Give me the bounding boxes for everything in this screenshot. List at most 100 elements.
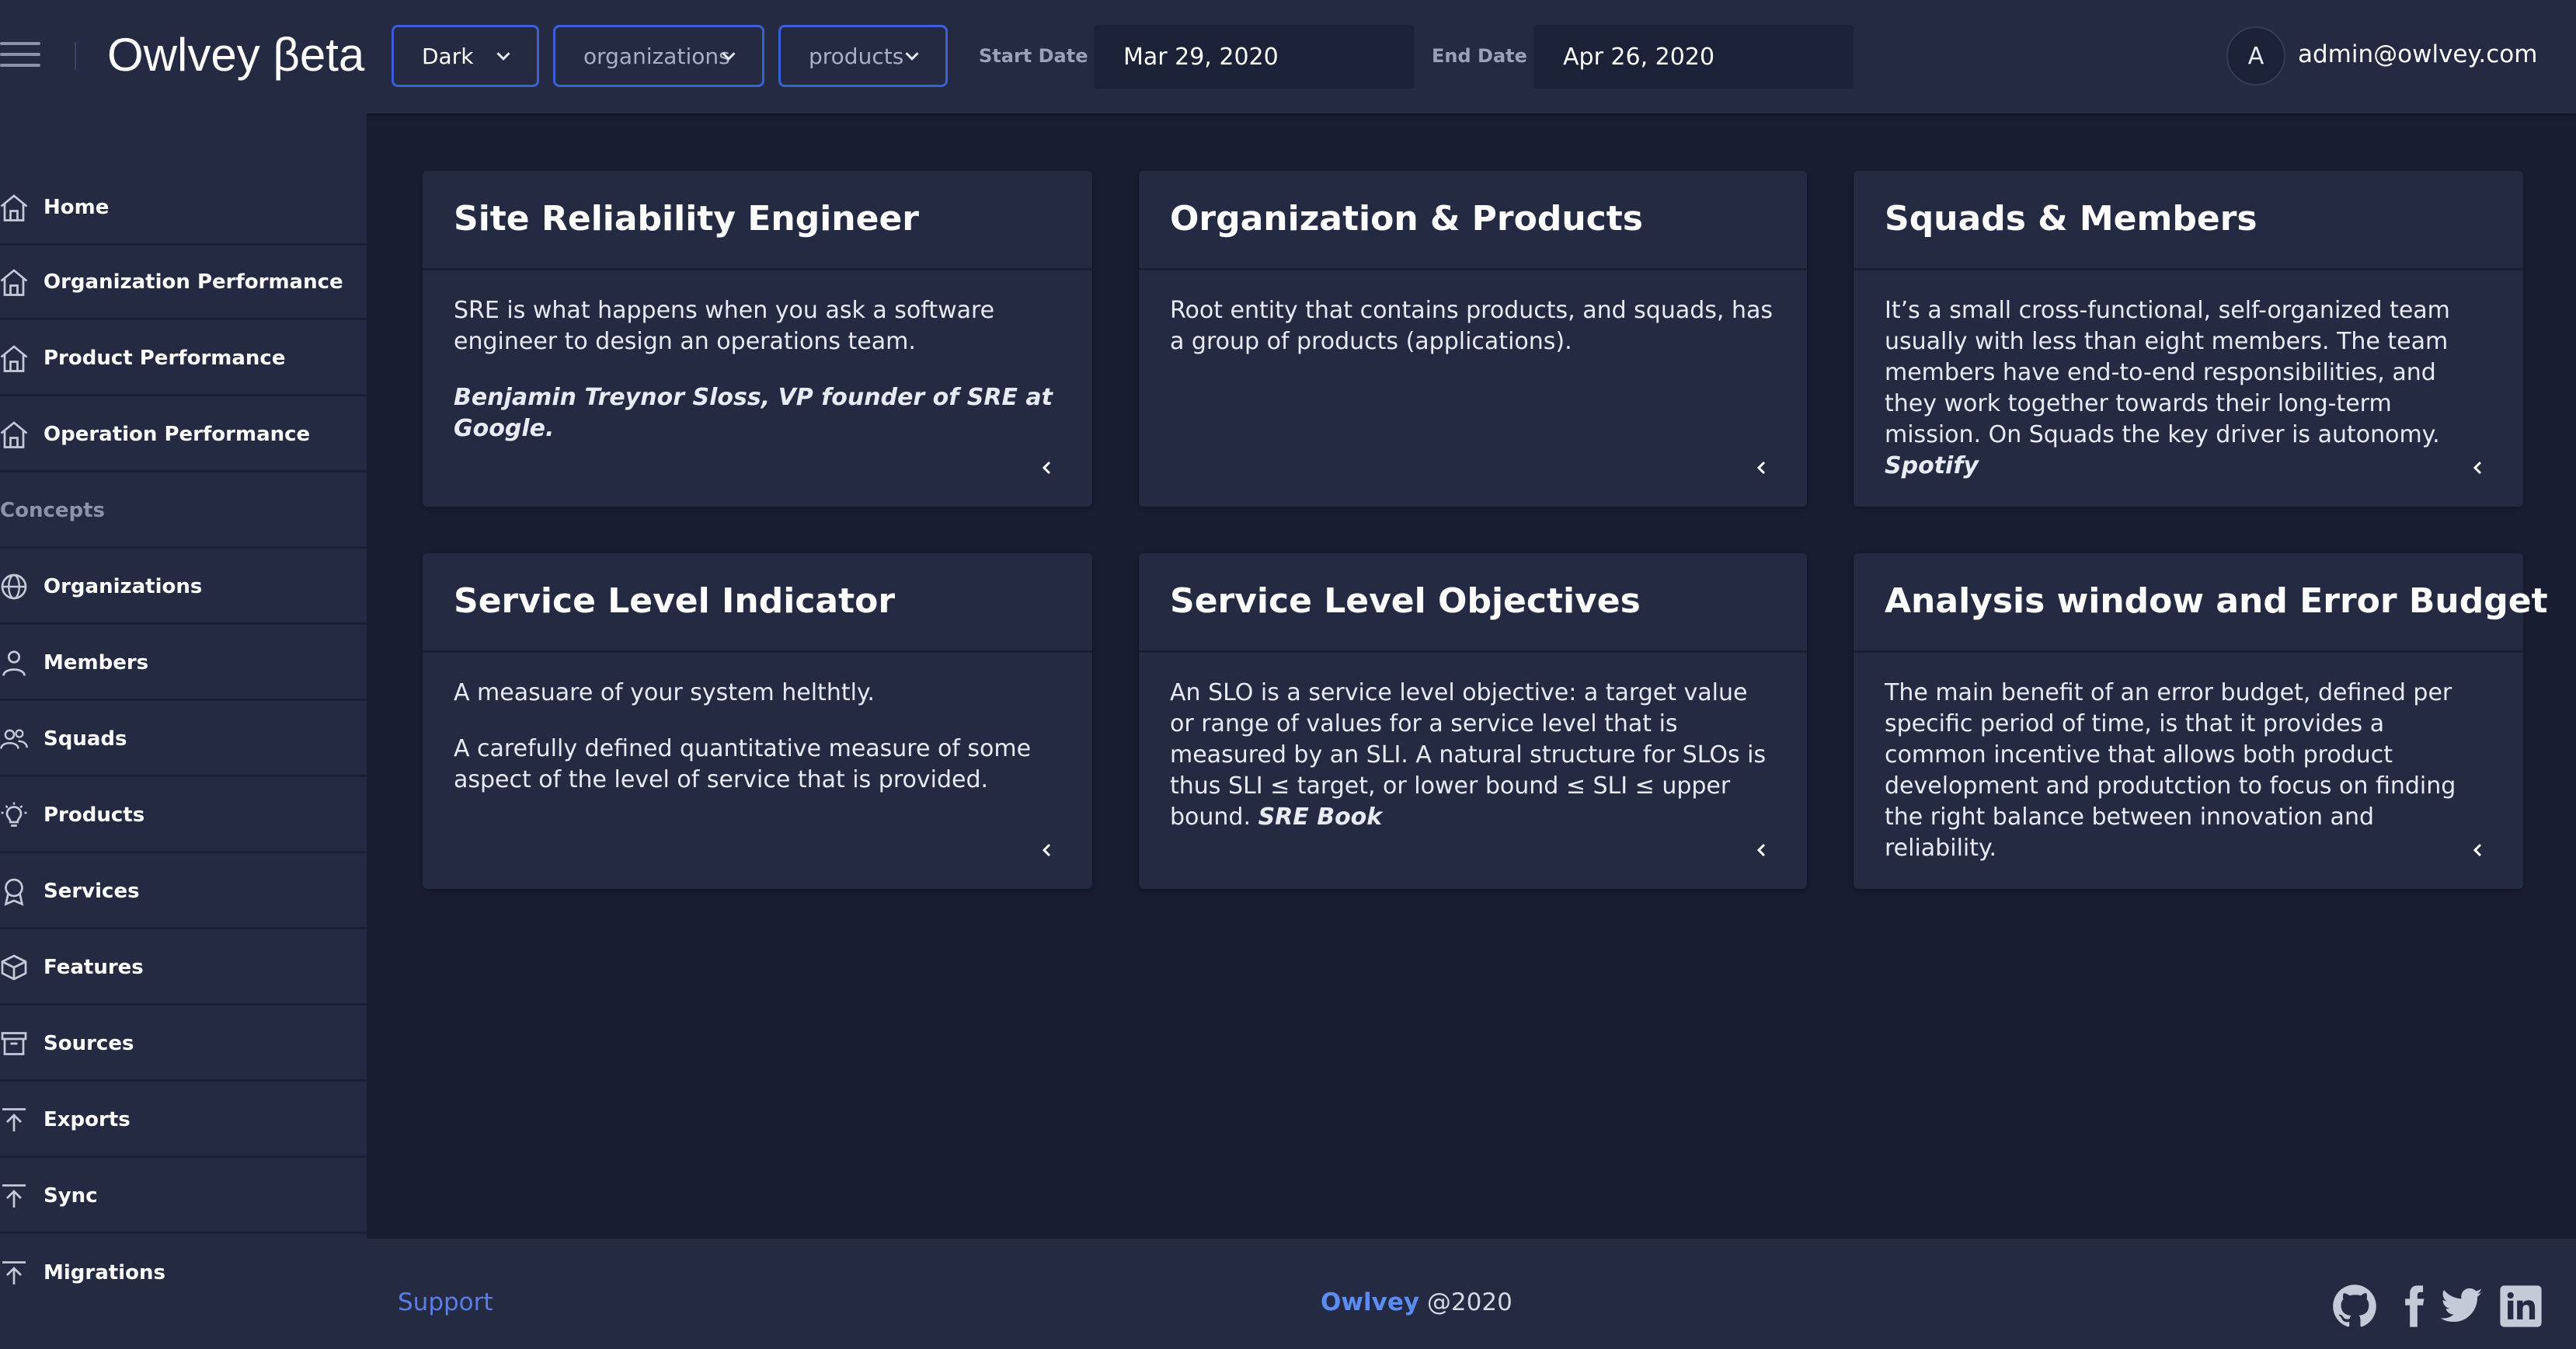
copyright-year: @2020 [1426, 1288, 1513, 1316]
card-sre: Site Reliability Engineer SRE is what ha… [423, 171, 1092, 507]
home-icon [0, 420, 28, 448]
home-icon [0, 268, 28, 296]
card-title: Service Level Indicator [454, 581, 896, 621]
person-icon [2, 650, 26, 676]
theme-select-value: Dark [422, 43, 474, 69]
chevron-down-icon [722, 52, 736, 61]
chevron-left-icon[interactable] [1038, 841, 1057, 859]
card-error-budget: Analysis window and Error Budget The mai… [1854, 553, 2548, 889]
sidebar-item-label: Exports [44, 1107, 131, 1131]
card-slo: Service Level Objectives An SLO is a ser… [1139, 553, 1807, 889]
chevron-left-icon[interactable] [2469, 841, 2487, 859]
organization-select[interactable]: organizations [553, 25, 764, 87]
card-text: A measuare of your system helthtly. [454, 679, 875, 706]
support-link[interactable]: Support [398, 1288, 493, 1316]
card-sli: Service Level Indicator A measuare of yo… [423, 553, 1092, 889]
top-bar: Owlvey βeta Dark organizations products … [0, 0, 2576, 113]
sidebar-item-home[interactable]: Home [0, 171, 367, 246]
card-header: Organization & Products [1139, 171, 1807, 270]
menu-icon[interactable] [0, 42, 40, 70]
sidebar-item-exports[interactable]: Exports [0, 1083, 367, 1158]
upload-icon [2, 1261, 26, 1285]
sidebar-item-label: Features [44, 955, 144, 979]
globe-icon [1, 573, 27, 599]
linkedin-icon[interactable] [2498, 1284, 2543, 1329]
chevron-left-icon[interactable] [1753, 841, 1771, 859]
people-icon [0, 729, 28, 749]
start-date-input[interactable]: Mar 29, 2020 [1094, 25, 1414, 89]
sidebar-item-organization-performance[interactable]: Organization Performance [0, 246, 367, 320]
sidebar-item-label: Services [44, 879, 140, 903]
sidebar-item-label: Sync [44, 1183, 98, 1208]
card-title: Service Level Objectives [1170, 581, 1641, 621]
facebook-icon[interactable] [2391, 1284, 2436, 1329]
card-body: It’s a small cross-functional, self-orga… [1885, 295, 2492, 507]
archive-icon [1, 1031, 27, 1055]
avatar[interactable]: A [2226, 26, 2285, 85]
sidebar: Home Organization Performance Product Pe… [0, 113, 367, 1349]
sidebar-section-label: Concepts [0, 498, 106, 522]
sidebar-item-label: Home [44, 195, 110, 219]
card-header: Service Level Objectives [1139, 553, 1807, 653]
card-cite: Spotify [1885, 452, 1979, 479]
sidebar-item-label: Products [44, 803, 145, 827]
end-date-label: End Date [1432, 45, 1527, 67]
sidebar-item-label: Product Performance [44, 346, 286, 370]
home-icon [0, 193, 28, 221]
sidebar-item-label: Organization Performance [44, 270, 343, 294]
header-divider [75, 42, 76, 70]
card-text: The main benefit of an error budget, def… [1885, 679, 2456, 862]
card-quote: Benjamin Treynor Sloss, VP founder of SR… [454, 384, 1053, 442]
sidebar-item-members[interactable]: Members [0, 626, 367, 701]
chevron-left-icon[interactable] [2469, 458, 2487, 477]
card-header: Site Reliability Engineer [423, 171, 1092, 270]
theme-select[interactable]: Dark [392, 25, 539, 87]
sidebar-item-features[interactable]: Features [0, 931, 367, 1006]
card-text: It’s a small cross-functional, self-orga… [1885, 297, 2450, 448]
user-email[interactable]: admin@owlvey.com [2298, 40, 2537, 68]
card-header: Squads & Members [1854, 171, 2523, 270]
chevron-left-icon[interactable] [1038, 458, 1057, 477]
card-body: SRE is what happens when you ask a softw… [454, 295, 1061, 469]
sidebar-item-organizations[interactable]: Organizations [0, 550, 367, 625]
card-text: A carefully defined quantitative measure… [454, 735, 1032, 793]
card-cite: SRE Book [1258, 803, 1383, 831]
sidebar-item-services[interactable]: Services [0, 855, 367, 929]
card-text: SRE is what happens when you ask a softw… [454, 297, 995, 355]
sidebar-item-product-performance[interactable]: Product Performance [0, 322, 367, 396]
sidebar-item-sources[interactable]: Sources [0, 1007, 367, 1082]
end-date-input[interactable]: Apr 26, 2020 [1533, 25, 1854, 89]
product-select-value: products [809, 43, 904, 69]
sidebar-item-sync[interactable]: Sync [0, 1159, 367, 1234]
sidebar-section-concepts: Concepts [0, 474, 367, 549]
upload-icon [2, 1183, 26, 1208]
upload-icon [2, 1107, 26, 1131]
card-title: Organization & Products [1170, 199, 1643, 239]
home-icon [0, 344, 28, 372]
card-body: Root entity that contains products, and … [1170, 295, 1776, 382]
organization-select-value: organizations [583, 43, 730, 69]
twitter-icon[interactable] [2439, 1284, 2484, 1329]
card-title: Squads & Members [1885, 199, 2257, 239]
bulb-icon [1, 802, 27, 827]
product-select[interactable]: products [778, 25, 948, 87]
sidebar-item-migrations[interactable]: Migrations [0, 1236, 367, 1310]
chevron-down-icon [496, 52, 510, 61]
start-date-label: Start Date [979, 45, 1088, 67]
footer-brand-link[interactable]: Owlvey [1321, 1288, 1419, 1316]
sidebar-item-operation-performance[interactable]: Operation Performance [0, 398, 367, 472]
brand-title[interactable]: Owlvey βeta [107, 28, 364, 82]
sidebar-item-squads[interactable]: Squads [0, 702, 367, 777]
cube-icon [1, 953, 27, 981]
copyright: Owlvey @2020 [1321, 1288, 1513, 1316]
chevron-left-icon[interactable] [1753, 458, 1771, 477]
sidebar-item-label: Sources [44, 1031, 134, 1055]
card-body: An SLO is a service level objective: a t… [1170, 678, 1776, 858]
sidebar-item-label: Organizations [44, 574, 203, 598]
github-icon[interactable] [2332, 1284, 2377, 1329]
sidebar-item-products[interactable]: Products [0, 779, 367, 853]
card-body: A measuare of your system helthtly. A ca… [454, 678, 1061, 821]
card-title: Analysis window and Error Budget [1885, 581, 2548, 621]
sidebar-item-label: Members [44, 650, 149, 674]
card-organization-products: Organization & Products Root entity that… [1139, 171, 1807, 507]
